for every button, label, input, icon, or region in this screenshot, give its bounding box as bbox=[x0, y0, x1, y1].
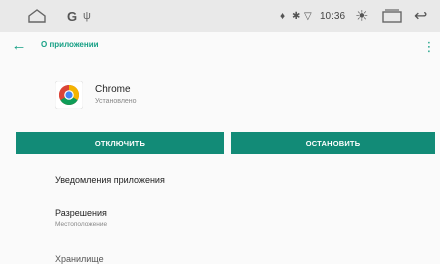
list-item-title: Хранилище bbox=[55, 254, 104, 264]
disable-button[interactable]: ОТКЛЮЧИТЬ bbox=[16, 132, 224, 154]
list-item-storage[interactable]: Хранилище bbox=[0, 248, 440, 264]
signal-icon: ψ bbox=[83, 10, 91, 22]
app-name: Chrome bbox=[95, 84, 131, 95]
back-arrow-icon[interactable]: ← bbox=[8, 35, 30, 57]
home-icon[interactable] bbox=[28, 0, 46, 32]
app-install-status: Установлено bbox=[95, 98, 137, 105]
list-item-permissions[interactable]: Разрешения Местоположение bbox=[0, 204, 440, 238]
force-stop-button[interactable]: ОСТАНОВИТЬ bbox=[231, 132, 435, 154]
chrome-icon bbox=[54, 80, 84, 110]
location-icon: ♦ bbox=[280, 10, 286, 22]
clock: 10:36 bbox=[320, 10, 346, 22]
brightness-icon[interactable]: ☀ bbox=[355, 0, 368, 32]
list-item-subtitle: Местоположение bbox=[55, 221, 108, 228]
overflow-menu-icon[interactable]: ⋮ bbox=[422, 37, 436, 57]
app-header: Chrome Установлено bbox=[0, 72, 440, 122]
app-bar: ← О приложении ⋮ bbox=[0, 32, 440, 62]
list-item-notifications[interactable]: Уведомления приложения bbox=[0, 168, 440, 196]
system-back-icon[interactable]: ↩ bbox=[414, 0, 427, 32]
list-item-title: Разрешения bbox=[55, 208, 107, 218]
wifi-icon: ▽ bbox=[304, 10, 312, 22]
recent-apps-icon[interactable] bbox=[382, 0, 402, 32]
google-g-icon: G bbox=[67, 8, 78, 24]
bluetooth-icon: ✱ bbox=[292, 10, 301, 22]
status-bar: G ψ ♦ ✱ ▽ 10:36 ☀ ↩ bbox=[0, 0, 440, 32]
page-title: О приложении bbox=[41, 40, 99, 49]
list-item-title: Уведомления приложения bbox=[55, 175, 165, 185]
